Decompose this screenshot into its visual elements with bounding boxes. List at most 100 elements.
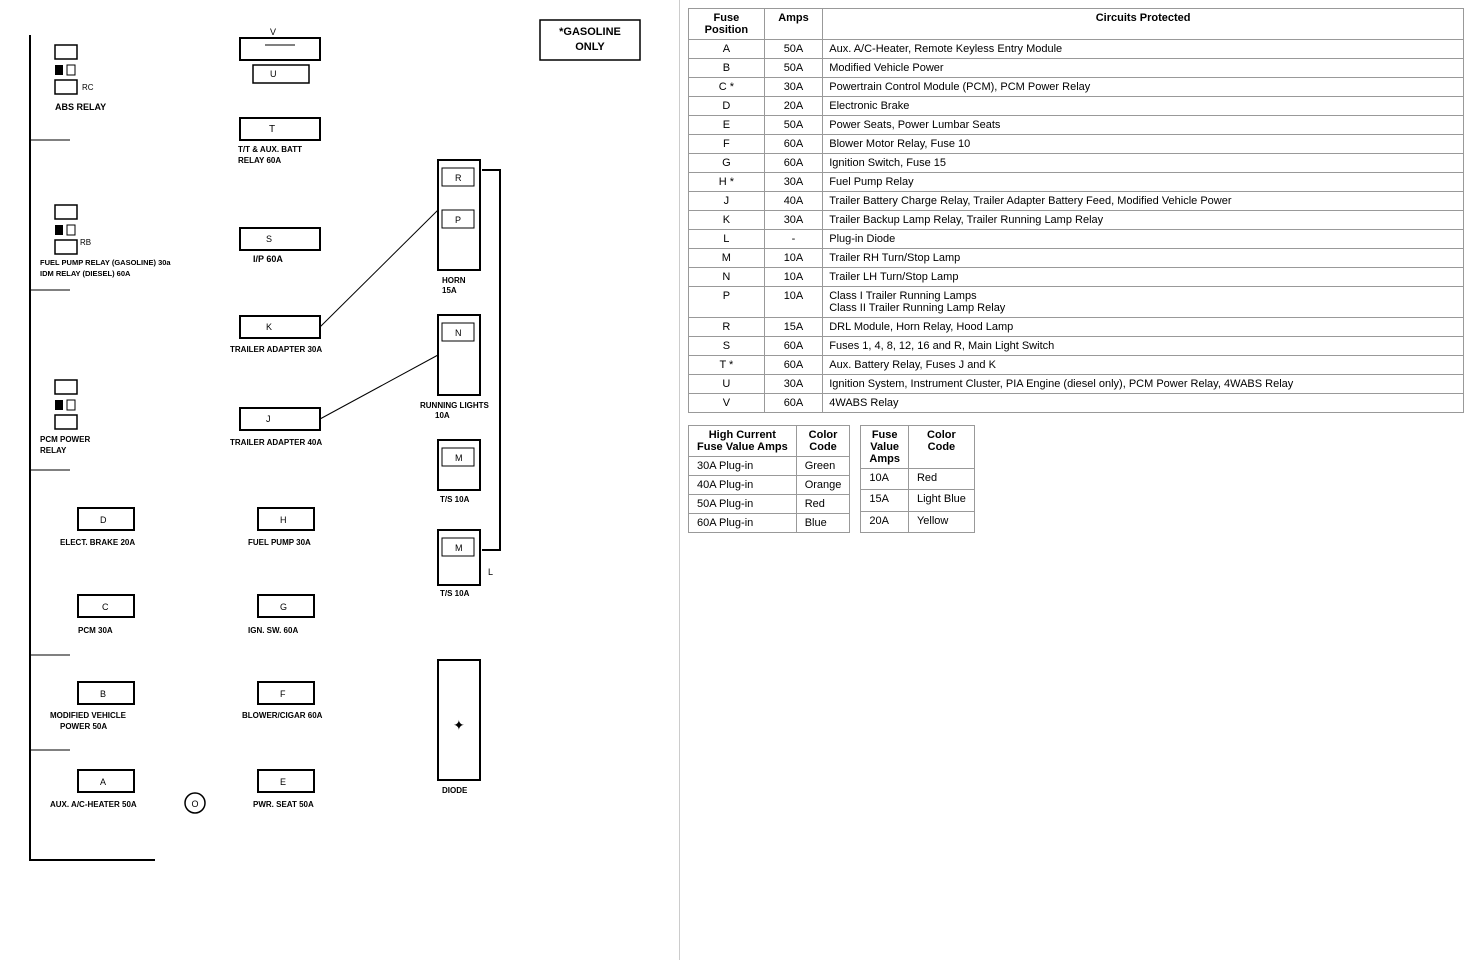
high-current-header: High CurrentFuse Value Amps [689,426,797,457]
high-current-color: Blue [796,514,850,533]
fuse-amps: 60A [764,356,823,375]
circuit-description: Trailer Backup Lamp Relay, Trailer Runni… [823,211,1464,230]
table-row: D20AElectronic Brake [689,97,1464,116]
circuit-description: Power Seats, Power Lumbar Seats [823,116,1464,135]
circuit-description: Ignition Switch, Fuse 15 [823,154,1464,173]
high-current-color: Orange [796,476,850,495]
table-row: S60AFuses 1, 4, 8, 12, 16 and R, Main Li… [689,337,1464,356]
circuit-description: Aux. A/C-Heater, Remote Keyless Entry Mo… [823,40,1464,59]
svg-text:N: N [455,328,462,338]
svg-text:FUEL PUMP RELAY (GASOLINE) 30a: FUEL PUMP RELAY (GASOLINE) 30a [40,258,171,267]
small-fuse-color: Light Blue [908,490,974,511]
table-row: L-Plug-in Diode [689,230,1464,249]
svg-text:FUEL PUMP 30A: FUEL PUMP 30A [248,538,311,547]
svg-text:RELAY: RELAY [40,446,67,455]
table-row: A50AAux. A/C-Heater, Remote Keyless Entr… [689,40,1464,59]
circuit-description: Fuses 1, 4, 8, 12, 16 and R, Main Light … [823,337,1464,356]
table-row: J40ATrailer Battery Charge Relay, Traile… [689,192,1464,211]
small-fuse-amps: 20A [861,511,909,532]
table-row: H *30AFuel Pump Relay [689,173,1464,192]
svg-text:IGN. SW. 60A: IGN. SW. 60A [248,626,298,635]
fuse-position: S [689,337,765,356]
fuse-amps: 60A [764,154,823,173]
svg-text:M: M [455,453,463,463]
small-fuse-row: 20AYellow [861,511,975,532]
svg-text:ONLY: ONLY [575,41,605,53]
svg-text:B: B [100,689,106,699]
fuse-position: M [689,249,765,268]
svg-text:PCM POWER: PCM POWER [40,435,90,444]
svg-text:RC: RC [82,83,94,92]
svg-text:MODIFIED VEHICLE: MODIFIED VEHICLE [50,711,127,720]
svg-text:G: G [280,602,287,612]
svg-text:DIODE: DIODE [442,786,468,795]
svg-text:TRAILER ADAPTER 40A: TRAILER ADAPTER 40A [230,438,322,447]
circuit-description: Powertrain Control Module (PCM), PCM Pow… [823,78,1464,97]
high-current-row: 50A Plug-inRed [689,495,850,514]
high-current-color: Red [796,495,850,514]
svg-text:M: M [455,543,463,553]
svg-text:ABS RELAY: ABS RELAY [55,102,106,112]
table-row: V60A4WABS Relay [689,394,1464,413]
table-row: F60ABlower Motor Relay, Fuse 10 [689,135,1464,154]
svg-text:15A: 15A [442,286,457,295]
svg-text:RUNNING LIGHTS: RUNNING LIGHTS [420,401,490,410]
fuse-position: V [689,394,765,413]
fuse-amps: 50A [764,116,823,135]
fuse-amps: 10A [764,249,823,268]
high-current-row: 30A Plug-inGreen [689,457,850,476]
circuit-description: Aux. Battery Relay, Fuses J and K [823,356,1464,375]
fuse-position: F [689,135,765,154]
fuse-box-diagram: *GASOLINE ONLY ABS RELAY RC V ABS 60A U [10,10,670,950]
svg-text:AUX. A/C-HEATER 50A: AUX. A/C-HEATER 50A [50,800,137,809]
svg-text:K: K [266,322,272,332]
svg-text:T/S 10A: T/S 10A [440,589,470,598]
table-row: P10AClass I Trailer Running Lamps Class … [689,287,1464,318]
fuse-position-header: FusePosition [705,12,748,36]
svg-text:R: R [455,173,462,183]
fuse-position: J [689,192,765,211]
small-fuse-row: 10ARed [861,469,975,490]
fuse-position: C * [689,78,765,97]
fuse-reference-table: FusePosition Amps Circuits Protected A50… [688,8,1464,413]
fuse-value-header: FuseValueAmps [861,426,909,469]
svg-text:E: E [280,777,286,787]
svg-text:POWER 50A: POWER 50A [60,722,107,731]
circuit-description: Blower Motor Relay, Fuse 10 [823,135,1464,154]
circuit-description: Modified Vehicle Power [823,59,1464,78]
svg-text:F: F [280,689,286,699]
high-current-amps: 50A Plug-in [689,495,797,514]
svg-text:T: T [269,124,275,135]
small-fuse-table: FuseValueAmps ColorCode 10ARed15ALight B… [860,425,975,533]
fuse-diagram-panel: *GASOLINE ONLY ABS RELAY RC V ABS 60A U [0,0,680,960]
small-fuse-amps: 10A [861,469,909,490]
fuse-amps: 50A [764,59,823,78]
small-fuse-color: Yellow [908,511,974,532]
fuse-position: D [689,97,765,116]
fuse-position: T * [689,356,765,375]
svg-text:PWR. SEAT 50A: PWR. SEAT 50A [253,800,314,809]
circuit-description: Trailer LH Turn/Stop Lamp [823,268,1464,287]
fuse-position: P [689,287,765,318]
svg-text:RB: RB [80,238,91,247]
table-row: B50AModified Vehicle Power [689,59,1464,78]
high-current-row: 40A Plug-inOrange [689,476,850,495]
svg-text:D: D [100,515,107,525]
fuse-amps: 20A [764,97,823,116]
svg-text:HORN: HORN [442,276,466,285]
high-current-amps: 30A Plug-in [689,457,797,476]
high-current-row: 60A Plug-inBlue [689,514,850,533]
col-header-position: FusePosition [689,9,765,40]
col-header-amps: Amps [764,9,823,40]
table-row: N10ATrailer LH Turn/Stop Lamp [689,268,1464,287]
svg-text:RELAY 60A: RELAY 60A [238,156,281,165]
svg-text:L: L [488,567,493,577]
table-row: R15ADRL Module, Horn Relay, Hood Lamp [689,318,1464,337]
svg-text:U: U [270,69,277,79]
fuse-position: U [689,375,765,394]
svg-text:*GASOLINE: *GASOLINE [559,26,621,38]
fuse-table-panel: FusePosition Amps Circuits Protected A50… [680,0,1472,960]
table-row: M10ATrailer RH Turn/Stop Lamp [689,249,1464,268]
fuse-amps: 10A [764,268,823,287]
circuit-description: Fuel Pump Relay [823,173,1464,192]
